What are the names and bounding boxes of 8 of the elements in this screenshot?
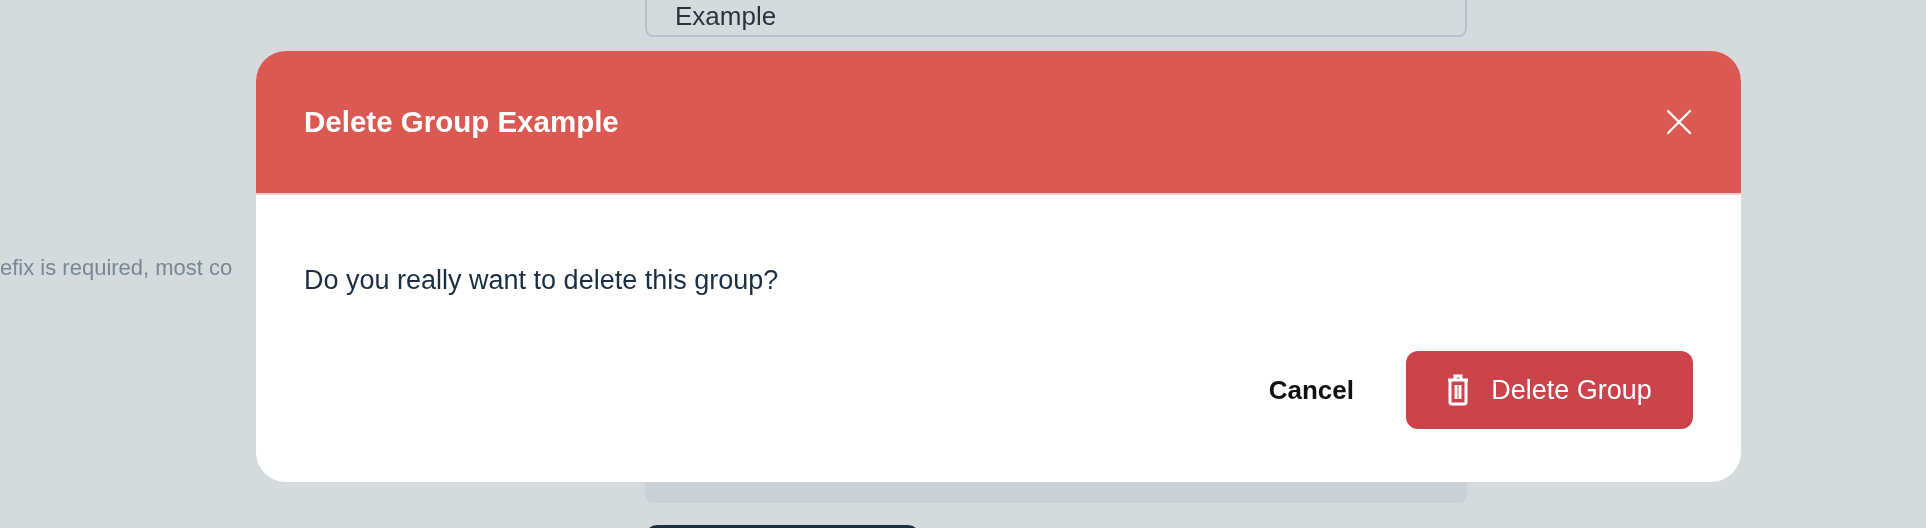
helper-text: efix is required, most co: [0, 255, 233, 281]
delete-button[interactable]: Delete Group: [1406, 351, 1693, 429]
cancel-button[interactable]: Cancel: [1268, 374, 1354, 406]
trash-icon: [1447, 374, 1470, 406]
input-field[interactable]: Example: [645, 0, 1467, 37]
dialog-title: Delete Group Example: [304, 105, 619, 139]
dialog-message: Do you really want to delete this group?: [304, 265, 780, 296]
close-icon[interactable]: [1665, 108, 1693, 136]
